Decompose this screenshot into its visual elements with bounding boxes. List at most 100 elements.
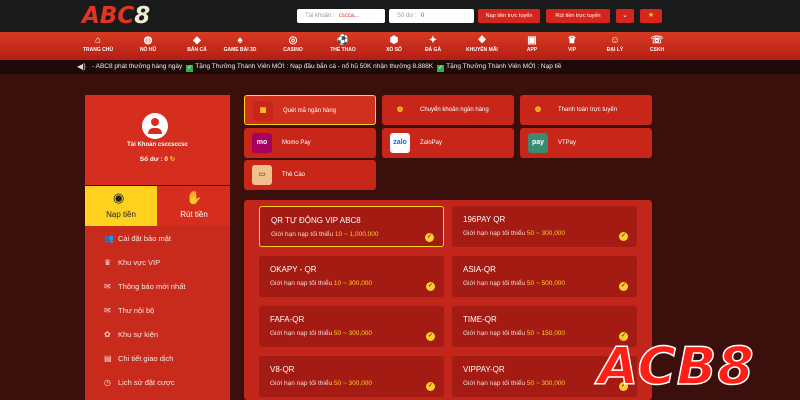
menu-item[interactable]: ◷ Lịch sử đặt cược	[85, 372, 230, 394]
channel-title: FAFA-QR	[270, 315, 305, 324]
account-menu: 👥 Cài đặt bảo mật ♛ Khu vực VIP ✉ Thông báo m…	[85, 226, 230, 400]
channel-limit: Giới hạn nạp tối thiểu 50 ~ 300,000	[463, 380, 566, 387]
nav-item-11[interactable]: ☺ ĐẠI LÝ	[591, 34, 639, 53]
account-panel: Tài Khoản csccsccsc Số dư : 0 ↻	[85, 95, 230, 185]
main-nav: ⌂ TRANG CHỦ ◍ NỔ HŨ ◆ BẮN CÁ ♠ GAME BÀI 3D ◎ CASI…	[0, 32, 800, 60]
nav-label: ĐẠI LÝ	[606, 47, 624, 53]
balance: Số dư : 0 ↻	[139, 156, 176, 163]
account-name: Tài Khoản csccsccsc	[127, 142, 188, 148]
fish-icon: ◆	[193, 35, 201, 46]
marquee-text: - ABC8 phát thưởng hàng ngày ✓ Tặng Thưởng…	[92, 63, 562, 72]
qr-icon: ▦	[253, 101, 273, 121]
channel-limit: Giới hạn nạp tối thiểu 50 ~ 300,000	[463, 230, 566, 237]
payment-method-label: Chuyển khoản ngân hàng	[420, 106, 489, 113]
payment-method[interactable]: zalo ZaloPay	[382, 128, 514, 158]
tab-withdraw[interactable]: ✋ Rút tiền	[158, 186, 230, 226]
receipt-icon: ▤	[104, 354, 112, 363]
channel-title: ASIA-QR	[463, 265, 496, 274]
payment-method-label: ZaloPay	[420, 139, 443, 146]
check-circle-icon: ✓	[426, 382, 435, 391]
payment-method[interactable]: ◍ Chuyển khoản ngân hàng	[382, 95, 514, 125]
nav-item-2[interactable]: ◆ BẮN CÁ	[173, 34, 221, 53]
nav-label: CSKH	[649, 47, 665, 53]
check-circle-icon: ✓	[619, 232, 628, 241]
casino-icon: ◎	[288, 35, 298, 46]
bell-icon: ✉	[104, 282, 111, 291]
avatar-icon	[142, 113, 168, 139]
nav-label: XỔ SỐ	[386, 47, 402, 53]
nav-item-10[interactable]: ♛ VIP	[548, 34, 596, 53]
menu-item[interactable]: ⟲Hoàn trả	[85, 396, 230, 400]
menu-item[interactable]: ✉ Thông báo mới nhất	[85, 276, 230, 298]
nav-item-3[interactable]: ♠ GAME BÀI 3D	[216, 34, 264, 53]
nav-item-0[interactable]: ⌂ TRANG CHỦ	[74, 34, 122, 53]
payment-method[interactable]: ▭ Thẻ Cào	[244, 160, 376, 190]
cards-icon: ♠	[237, 35, 243, 46]
card-icon: ▭	[252, 165, 272, 185]
slot-icon: ◍	[143, 35, 153, 46]
tab-deposit[interactable]: ◉ Nạp tiền	[85, 186, 157, 226]
menu-item[interactable]: ✿ Khu sự kiện	[85, 324, 230, 346]
channel-limit: Giới hạn nạp tối thiểu 50 ~ 300,000	[270, 380, 373, 387]
nav-label: KHUYẾN MÃI	[466, 47, 498, 53]
menu-item[interactable]: ▤ Chi tiết giao dịch	[85, 348, 230, 370]
deposit-channel-card[interactable]: V8-QR Giới hạn nạp tối thiểu 50 ~ 300,000…	[259, 356, 444, 397]
deposit-channel-card[interactable]: ASIA-QR Giới hạn nạp tối thiểu 50 ~ 500,0…	[452, 256, 637, 297]
security-icon: 👥	[104, 234, 114, 243]
home-icon: ⌂	[94, 35, 102, 46]
menu-item[interactable]: ✉ Thư nội bộ	[85, 300, 230, 322]
check-circle-icon: ✓	[425, 233, 434, 242]
payment-method[interactable]: ◍ Thanh toán trực tuyến	[520, 95, 652, 125]
nav-label: VIP	[567, 47, 577, 53]
chevron-down-icon[interactable]: ⌄	[616, 9, 634, 23]
payment-method[interactable]: ▦ Quét mã ngân hàng	[244, 95, 376, 125]
online-deposit-button[interactable]: Nạp tiền trực tuyến	[478, 9, 540, 23]
promo-icon: ❖	[477, 35, 487, 46]
username-field[interactable]: Tài khoản : cscca...	[297, 9, 385, 23]
speaker-icon: ◀)	[77, 62, 86, 71]
nav-label: THỂ THAO	[330, 47, 356, 53]
vietnam-flag-icon[interactable]: ★	[640, 9, 662, 23]
menu-item-label: Thông báo mới nhất	[118, 282, 186, 291]
nav-label: BẮN CÁ	[187, 47, 207, 53]
online-withdraw-button[interactable]: Rút tiền trực tuyến	[546, 9, 610, 23]
check-icon: ✓	[186, 65, 194, 72]
globe-icon: ◍	[528, 100, 548, 120]
nav-label: TRANG CHỦ	[83, 47, 113, 53]
wallet-icon: ◉	[113, 190, 125, 205]
deposit-channel-card[interactable]: FAFA-QR Giới hạn nạp tối thiểu 50 ~ 300,0…	[259, 306, 444, 347]
menu-item-label: Thư nội bộ	[118, 306, 155, 315]
menu-item[interactable]: ♛ Khu vực VIP	[85, 252, 230, 274]
nav-item-5[interactable]: ⚽ THỂ THAO	[319, 34, 367, 53]
check-icon: ✓	[437, 65, 445, 72]
menu-item-label: Lịch sử đặt cược	[118, 378, 175, 387]
deposit-channel-card[interactable]: OKAPY - QR Giới hạn nạp tối thiểu 10 ~ 30…	[259, 256, 444, 297]
nav-item-7[interactable]: ✦ ĐÁ GÀ	[409, 34, 457, 53]
top-bar: ABC8 Tài khoản : cscca... Số dư :0 Nạp ti…	[0, 0, 800, 32]
nav-item-8[interactable]: ❖ KHUYẾN MÃI	[458, 34, 506, 53]
gift-icon: ✿	[104, 330, 111, 339]
payment-method-label: Quét mã ngân hàng	[283, 107, 337, 114]
channel-title: OKAPY - QR	[270, 265, 317, 274]
nav-label: APP	[526, 47, 538, 53]
payment-method[interactable]: pay VTPay	[520, 128, 652, 158]
zalopay-icon: zalo	[390, 133, 410, 153]
vip-icon: ♛	[567, 35, 577, 46]
deposit-channel-card[interactable]: 196PAY QR Giới hạn nạp tối thiểu 50 ~ 300…	[452, 206, 637, 247]
nav-item-4[interactable]: ◎ CASINO	[269, 34, 317, 53]
nav-item-1[interactable]: ◍ NỔ HŨ	[124, 34, 172, 53]
menu-item-label: Cài đặt bảo mật	[118, 234, 171, 243]
nav-label: NỔ HŨ	[139, 47, 157, 53]
menu-item[interactable]: 👥 Cài đặt bảo mật	[85, 228, 230, 250]
channel-title: 196PAY QR	[463, 215, 506, 224]
refresh-icon[interactable]: ↻	[170, 156, 175, 163]
balance-field[interactable]: Số dư :0	[389, 9, 474, 23]
support-icon: ☏	[650, 35, 664, 46]
globe-icon: ◍	[390, 100, 410, 120]
deposit-channel-card[interactable]: QR TỰ ĐỘNG VIP ABC8 Giới hạn nạp tối thiể…	[259, 206, 444, 247]
deposit-channel-list: QR TỰ ĐỘNG VIP ABC8 Giới hạn nạp tối thiể…	[244, 200, 652, 400]
menu-item-label: Khu vực VIP	[118, 258, 161, 267]
payment-method[interactable]: mo Momo Pay	[244, 128, 376, 158]
site-logo[interactable]: ABC8	[82, 3, 150, 29]
nav-item-12[interactable]: ☏ CSKH	[633, 34, 681, 53]
